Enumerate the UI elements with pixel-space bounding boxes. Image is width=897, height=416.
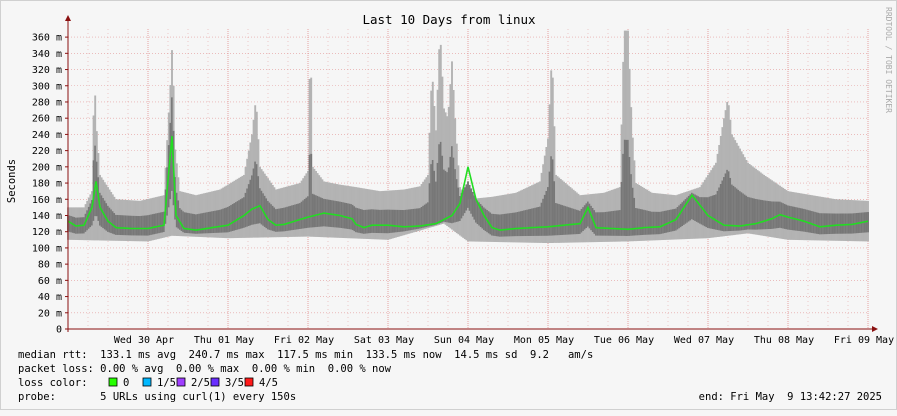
x-tick-label: Sat 03 May [354, 335, 414, 346]
y-tick-label: 0 [56, 325, 62, 336]
x-tick-label: Sun 04 May [434, 335, 494, 346]
y-tick-label: 180 m [32, 179, 62, 190]
y-tick-label: 20 m [38, 308, 62, 319]
x-tick-label: Wed 07 May [674, 335, 734, 346]
y-tick-labels: 0 20 m 40 m 60 m 80 m 100 m 120 m 140 m 160 m 180… [32, 33, 62, 336]
x-tick-label: Mon 05 May [514, 335, 574, 346]
x-tick-label: Tue 06 May [594, 335, 654, 346]
legend-loss-color-label: loss color: [18, 377, 88, 389]
x-tick-labels: Wed 30 Apr Thu 01 May Fri 02 May Sat 03 May… [114, 335, 894, 346]
y-tick-label: 240 m [32, 130, 62, 141]
x-tick-label: Fri 09 May [834, 335, 894, 346]
loss-swatch [244, 377, 254, 387]
loss-swatch-label: 2/5 [191, 377, 210, 389]
y-tick-label: 320 m [32, 65, 62, 76]
x-axis-arrow [872, 326, 878, 332]
legend-probe: probe: 5 URLs using curl(1) every 150s [18, 391, 296, 403]
loss-color-legend: 0 1/5 2/5 3/5 4/5 [108, 377, 278, 389]
loss-swatch [210, 377, 220, 387]
loss-swatch [142, 377, 152, 387]
y-tick-label: 300 m [32, 81, 62, 92]
y-tick-label: 280 m [32, 97, 62, 108]
x-tick-label: Thu 08 May [754, 335, 814, 346]
loss-swatch [108, 377, 118, 387]
loss-swatch-label: 0 [123, 377, 129, 389]
y-tick-label: 260 m [32, 114, 62, 125]
loss-swatch-label: 4/5 [259, 377, 278, 389]
y-tick-label: 40 m [38, 292, 62, 303]
chart-frame: Last 10 Days from linux Seconds RRDTOOL … [0, 0, 897, 410]
x-tick-label: Wed 30 Apr [114, 335, 174, 346]
y-tick-label: 200 m [32, 162, 62, 173]
loss-swatch [176, 377, 186, 387]
y-axis-arrow [65, 15, 71, 21]
loss-swatch-label: 1/5 [157, 377, 176, 389]
y-tick-label: 360 m [32, 33, 62, 44]
y-axis-label: Seconds [6, 159, 18, 203]
smoke-band [67, 30, 869, 244]
chart-title: Last 10 Days from linux [362, 12, 536, 27]
x-tick-label: Thu 01 May [194, 335, 254, 346]
y-tick-label: 140 m [32, 211, 62, 222]
y-tick-label: 340 m [32, 49, 62, 60]
y-tick-label: 100 m [32, 243, 62, 254]
legend-median-rtt: median rtt: 133.1 ms avg 240.7 ms max 11… [18, 349, 593, 361]
x-tick-label: Fri 02 May [274, 335, 334, 346]
y-tick-label: 220 m [32, 146, 62, 157]
legend-packet-loss: packet loss: 0.00 % avg 0.00 % max 0.00 … [18, 363, 392, 375]
y-tick-label: 60 m [38, 276, 62, 287]
y-tick-label: 80 m [38, 260, 62, 271]
loss-swatch-label: 3/5 [225, 377, 244, 389]
legend-end-time: end: Fri May 9 13:42:27 2025 [699, 391, 882, 403]
y-tick-label: 120 m [32, 227, 62, 238]
y-tick-label: 160 m [32, 195, 62, 206]
rrdtool-watermark: RRDTOOL / TOBI OETIKER [884, 7, 893, 113]
smokeping-chart: Last 10 Days from linux Seconds RRDTOOL … [6, 7, 894, 403]
